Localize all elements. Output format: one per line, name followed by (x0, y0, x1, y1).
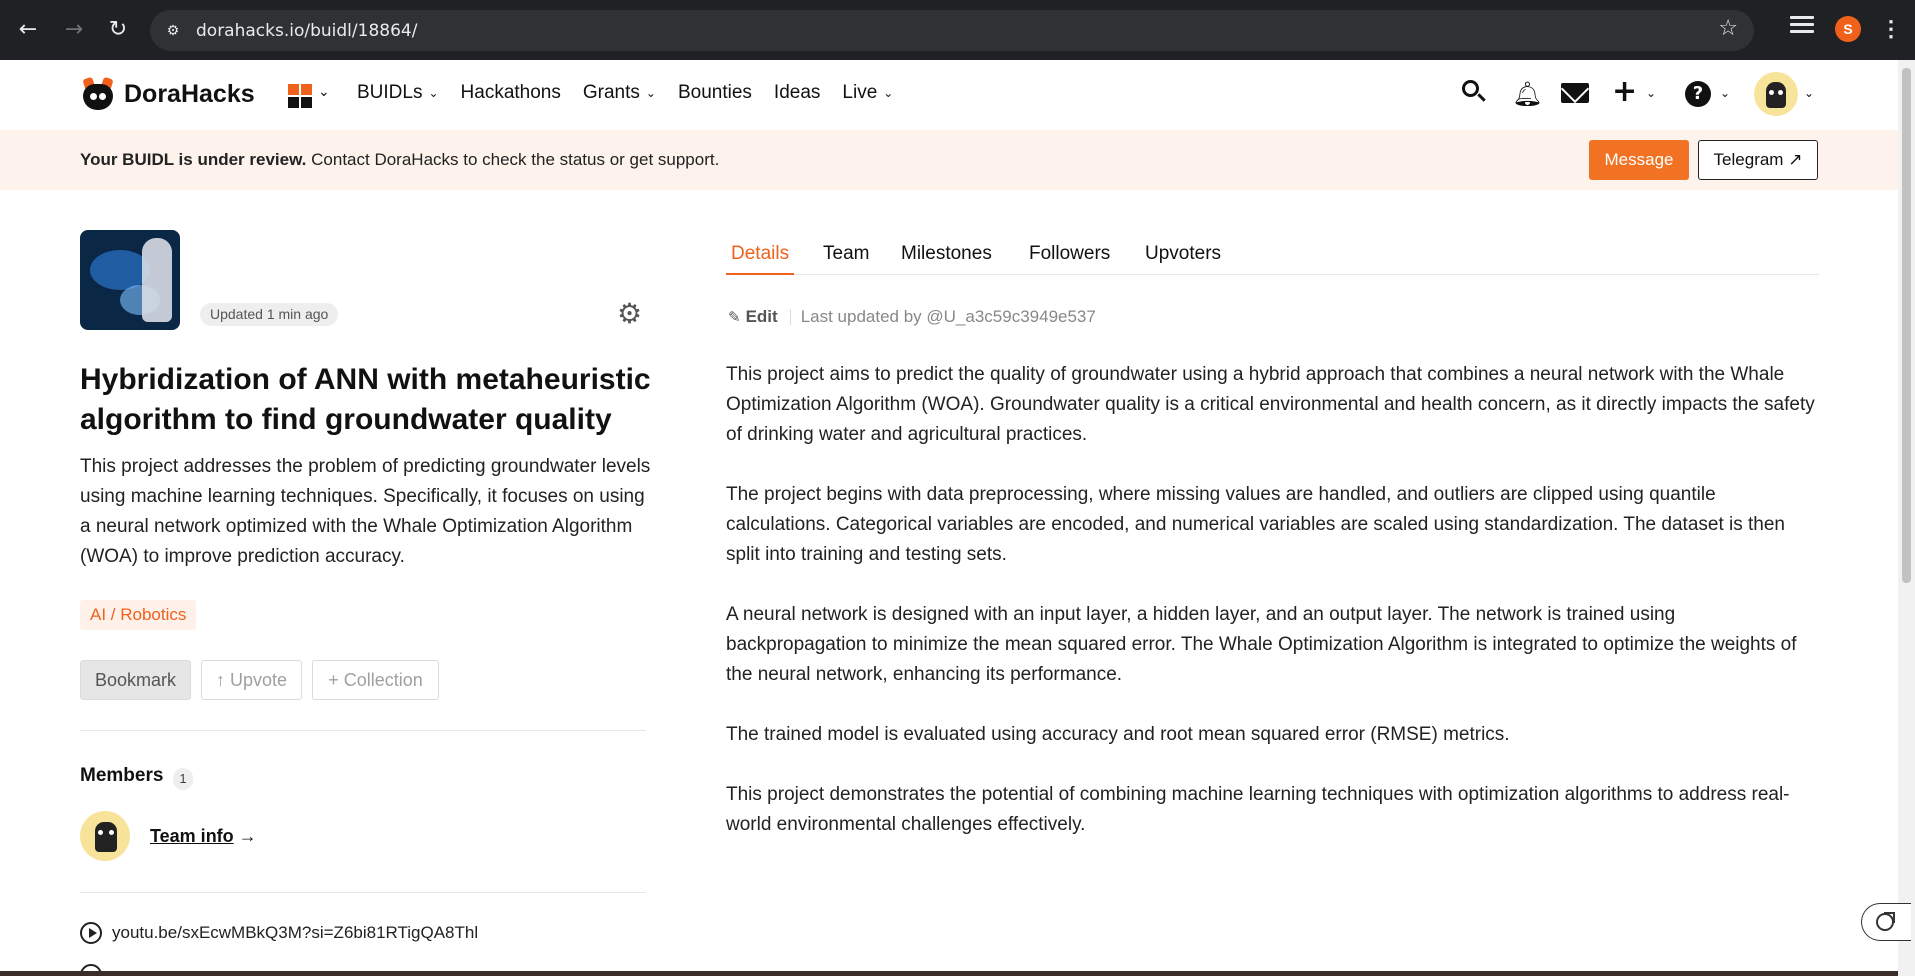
last-updated-text: Last updated by @U_a3c59c3949e537 (800, 307, 1096, 326)
nav-label: Hackathons (460, 82, 561, 103)
scrollbar-thumb[interactable] (1902, 68, 1911, 583)
tab-team[interactable]: Team (823, 243, 869, 275)
bookmark-button[interactable]: Bookmark (80, 660, 191, 700)
telegram-button[interactable]: Telegram ↗ (1698, 140, 1818, 180)
upvote-button[interactable]: ↑ Upvote (201, 660, 302, 700)
team-info-link[interactable]: Team info → (150, 826, 257, 847)
create-plus-icon[interactable]: + (1612, 74, 1637, 109)
member-avatar[interactable] (80, 811, 130, 861)
project-description: This project addresses the problem of pr… (80, 456, 651, 567)
video-link-row[interactable]: youtu.be/sxEcwMBkQ3M?si=Z6bi81RTigQA8Thl (80, 922, 478, 944)
details-paragraph: The trained model is evaluated using acc… (726, 724, 1510, 745)
project-title: Hybridization of ANN with metaheuristic … (80, 363, 651, 436)
notification-bell-icon[interactable]: 🔔︎ (1512, 80, 1542, 108)
browser-profile-avatar[interactable]: S (1835, 16, 1861, 42)
chevron-down-icon[interactable]: ⌄ (1646, 86, 1656, 100)
add-collection-button[interactable]: + Collection (312, 660, 439, 700)
details-paragraph: The project begins with data preprocessi… (726, 484, 1785, 565)
nav-hackathons[interactable]: Hackathons (461, 82, 561, 104)
details-paragraph: This project aims to predict the quality… (726, 364, 1815, 445)
details-paragraph: This project demonstrates the potential … (726, 784, 1790, 835)
chevron-down-icon[interactable]: ⌄ (1804, 86, 1814, 100)
chevron-down-icon: ⌄ (883, 86, 894, 100)
project-tabs: Details Team Milestones Followers Upvote… (726, 240, 1819, 275)
review-notice-banner: Your BUIDL is under review. Contact Dora… (0, 130, 1898, 190)
nav-live[interactable]: Live ⌄ (842, 82, 893, 104)
forward-icon[interactable]: → (58, 14, 90, 46)
reload-icon[interactable]: ↻ (102, 14, 134, 46)
divider (80, 730, 646, 731)
chevron-down-icon[interactable]: ⌄ (1720, 86, 1730, 100)
main-nav: BUIDLs ⌄ Hackathons Grants ⌄ Bounties Idea… (357, 82, 915, 104)
search-icon[interactable] (1462, 80, 1486, 104)
updated-badge: Updated 1 min ago (200, 303, 339, 326)
nav-label: Bounties (677, 82, 752, 103)
nav-label: Ideas (773, 82, 821, 103)
nav-buidls[interactable]: BUIDLs ⌄ (357, 82, 439, 104)
notice-body: Contact DoraHacks to check the status or… (306, 150, 720, 169)
nav-label: BUIDLs (357, 82, 423, 103)
chevron-down-icon[interactable]: ⌄ (318, 84, 330, 100)
tab-milestones[interactable]: Milestones (901, 243, 992, 275)
share-button[interactable] (1861, 903, 1911, 941)
url-text[interactable]: dorahacks.io/buidl/18864/ (196, 21, 417, 41)
settings-gear-icon[interactable]: ⚙ (617, 299, 642, 329)
site-header: DoraHacks ⌄ BUIDLs ⌄ Hackathons Grants ⌄ B… (0, 60, 1898, 130)
chevron-down-icon: ⌄ (645, 86, 656, 100)
arrow-right-icon: → (233, 826, 257, 846)
nav-grants[interactable]: Grants ⌄ (583, 82, 656, 104)
site-info-icon[interactable]: ⚙ (162, 19, 184, 41)
page-scrollbar[interactable] (1898, 60, 1915, 976)
chevron-down-icon: ⌄ (428, 86, 439, 100)
dorahacks-logo[interactable]: DoraHacks (80, 76, 255, 112)
category-tag[interactable]: AI / Robotics (80, 600, 197, 630)
back-icon[interactable]: ← (12, 14, 44, 46)
divider (80, 892, 646, 893)
bookmark-star-icon[interactable]: ☆ (1718, 16, 1738, 41)
edit-row: ✎ Edit Last updated by @U_a3c59c3949e537 (728, 307, 1096, 327)
window-bottom-edge (0, 971, 1898, 976)
nav-label: Live (842, 82, 878, 103)
apps-grid-icon[interactable] (288, 84, 312, 108)
media-controls-icon[interactable] (1790, 16, 1814, 40)
message-button[interactable]: Message (1589, 140, 1689, 180)
tab-followers[interactable]: Followers (1029, 243, 1110, 275)
browser-toolbar: ← → ↻ ⚙ dorahacks.io/buidl/18864/ ☆ S ⋮ (0, 0, 1915, 60)
details-paragraph: A neural network is designed with an inp… (726, 604, 1797, 685)
nav-label: Grants (582, 82, 640, 103)
details-content: This project aims to predict the quality… (726, 360, 1819, 870)
mail-icon[interactable] (1561, 83, 1589, 103)
browser-menu-icon[interactable]: ⋮ (1880, 14, 1902, 46)
user-avatar[interactable] (1754, 72, 1798, 116)
project-thumbnail (80, 230, 180, 330)
members-heading: Members (80, 765, 164, 786)
play-circle-icon (80, 922, 102, 944)
help-icon[interactable]: ? (1685, 81, 1711, 107)
divider (789, 309, 791, 325)
pencil-icon[interactable]: ✎ (728, 308, 741, 326)
brand-name: DoraHacks (124, 79, 255, 108)
members-count-badge: 1 (173, 768, 193, 790)
team-info-label: Team info (150, 826, 234, 846)
nav-ideas[interactable]: Ideas (774, 82, 820, 104)
video-link[interactable]: youtu.be/sxEcwMBkQ3M?si=Z6bi81RTigQA8Thl (112, 923, 478, 943)
nav-bounties[interactable]: Bounties (678, 82, 752, 104)
tab-upvoters[interactable]: Upvoters (1145, 243, 1221, 275)
edit-button[interactable]: Edit (746, 307, 778, 327)
notice-bold: Your BUIDL is under review. (80, 150, 307, 169)
address-bar[interactable]: ⚙ dorahacks.io/buidl/18864/ ☆ (150, 10, 1754, 51)
notice-text: Your BUIDL is under review. Contact Dora… (80, 150, 719, 170)
tab-details[interactable]: Details (726, 243, 795, 275)
dorahacks-logo-icon (80, 76, 116, 112)
share-icon (1876, 912, 1895, 931)
